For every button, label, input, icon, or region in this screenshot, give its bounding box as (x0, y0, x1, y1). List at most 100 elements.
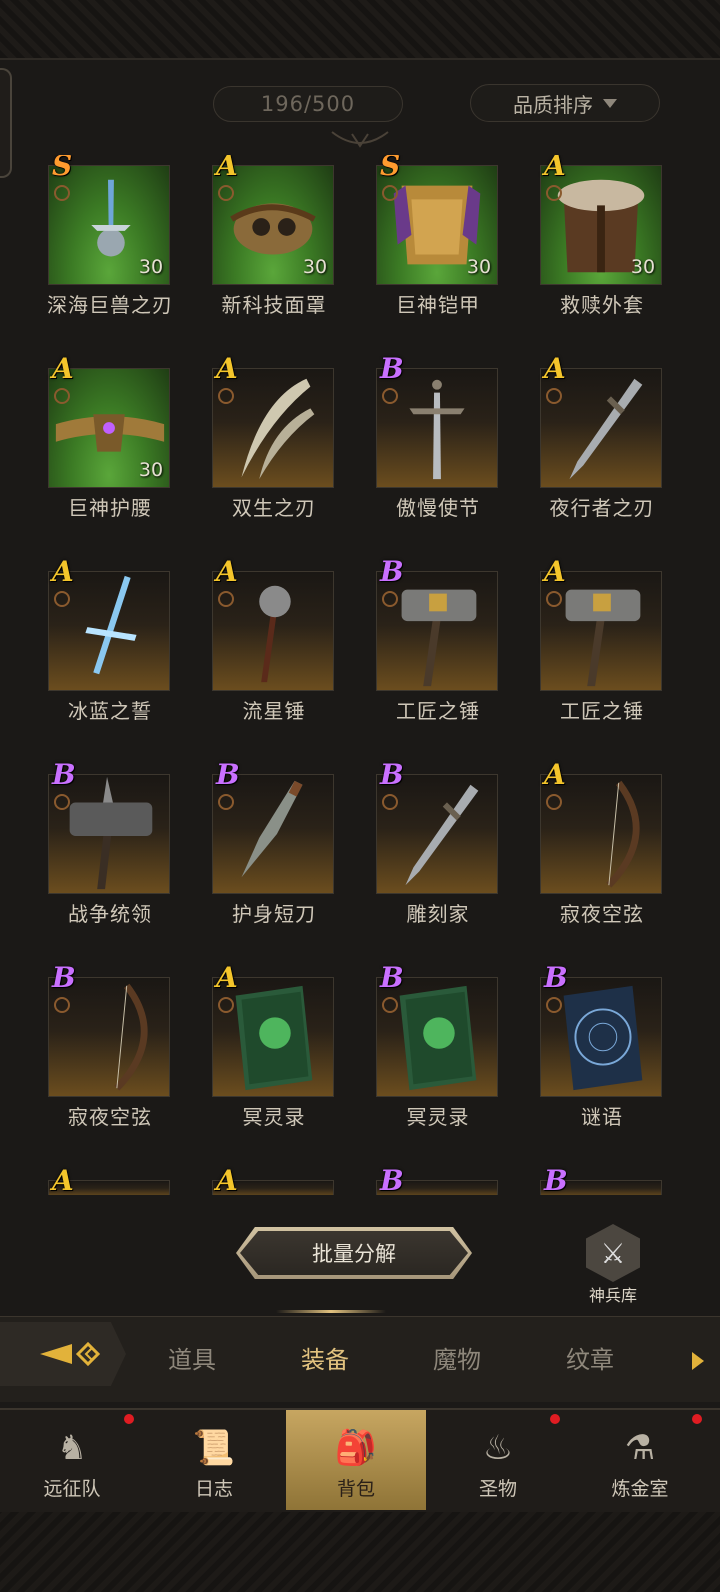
lock-toggle-icon[interactable] (54, 185, 70, 201)
active-tab-indicator (276, 1310, 386, 1313)
hammer-icon (401, 589, 477, 687)
side-handle[interactable] (0, 68, 12, 178)
tab-emblems[interactable]: 纹章 (535, 1340, 645, 1375)
lock-toggle-icon[interactable] (54, 591, 70, 607)
sort-dropdown[interactable]: 品质排序 (470, 84, 660, 122)
armory-button[interactable]: ⚔ 神兵库 (580, 1224, 646, 1306)
nav-label: 背包 (336, 1478, 375, 1500)
tab-items[interactable]: 道具 (137, 1340, 247, 1375)
nav-item[interactable]: ♨ 圣物 (428, 1410, 568, 1510)
inventory-slot[interactable]: B (520, 1164, 684, 1195)
inventory-slot[interactable]: A 工匠之锤 (520, 555, 684, 761)
item-name: 新科技面罩 (221, 293, 327, 317)
inventory-slot[interactable]: A 30 救赎外套 (520, 155, 684, 355)
inventory-slot[interactable]: S 30 深海巨兽之刃 (28, 155, 192, 355)
inventory-slot[interactable]: A 冰蓝之誓 (28, 555, 192, 761)
lock-toggle-icon[interactable] (54, 388, 70, 404)
lock-toggle-icon[interactable] (546, 997, 562, 1013)
grade-badge: B (216, 758, 240, 791)
nav-item[interactable]: 📜 日志 (144, 1410, 284, 1510)
lock-toggle-icon[interactable] (382, 388, 398, 404)
tabs-next-arrow-icon[interactable] (692, 1352, 704, 1370)
inventory-slot[interactable]: B (356, 1164, 520, 1195)
inventory-slot[interactable]: A 流星锤 (192, 555, 356, 761)
inventory-slot[interactable]: S 30 巨神铠甲 (356, 155, 520, 355)
item-name: 冥灵录 (406, 1105, 470, 1129)
inventory-slot[interactable]: B 冥灵录 (356, 961, 520, 1167)
equipment-grid: S 30 深海巨兽之刃 A 30 新科技面罩 S 30 巨神铠甲 A 30 救赎外套 A 30 巨神护腰 A 双… (28, 155, 692, 1195)
inventory-slot[interactable]: A 30 巨神护腰 (28, 352, 192, 558)
grade-badge: B (380, 1164, 404, 1195)
grade-badge: S (380, 155, 401, 182)
item-name: 流星锤 (242, 699, 306, 723)
grade-badge: A (544, 155, 566, 182)
inventory-slot[interactable]: A 夜行者之刃 (520, 352, 684, 558)
item-name: 工匠之锤 (396, 699, 480, 723)
book-icon (235, 985, 313, 1091)
nav-item[interactable]: ♞ 远征队 (2, 1410, 142, 1510)
bulk-dismantle-button[interactable]: 批量分解 (240, 1231, 468, 1275)
lock-toggle-icon[interactable] (546, 388, 562, 404)
grade-badge: A (216, 961, 238, 994)
inventory-slot[interactable]: A 冥灵录 (192, 961, 356, 1167)
inventory-slot[interactable]: A 寂夜空弦 (520, 758, 684, 964)
greatsword-icon (409, 379, 465, 480)
viking-helmet-icon: ♞ (56, 1428, 88, 1468)
grade-badge: B (544, 1164, 568, 1195)
grade-badge: B (380, 352, 404, 385)
grade-badge: B (52, 758, 76, 791)
backpack-icon: 🎒 (334, 1428, 378, 1468)
grade-badge: A (216, 1164, 238, 1195)
inventory-slot[interactable]: B 护身短刀 (192, 758, 356, 964)
mace-icon (259, 585, 291, 683)
inventory-slot[interactable]: B 雕刻家 (356, 758, 520, 964)
item-name: 护身短刀 (232, 902, 316, 926)
grade-badge: A (216, 555, 238, 588)
lock-toggle-icon[interactable] (546, 185, 562, 201)
lock-toggle-icon[interactable] (382, 794, 398, 810)
inventory-slot[interactable]: B 寂夜空弦 (28, 961, 192, 1167)
inventory-slot[interactable]: A (28, 1164, 192, 1195)
lock-toggle-icon[interactable] (218, 388, 234, 404)
inventory-slot[interactable]: A 30 新科技面罩 (192, 155, 356, 355)
grade-badge: A (544, 352, 566, 385)
lock-toggle-icon[interactable] (546, 591, 562, 607)
inventory-slot[interactable]: B 工匠之锤 (356, 555, 520, 761)
inventory-slot[interactable]: A (192, 1164, 356, 1195)
warhammer-icon (69, 776, 153, 890)
ice-sword-icon (85, 575, 137, 675)
item-name: 傲慢使节 (396, 496, 480, 520)
item-name: 寂夜空弦 (560, 902, 644, 926)
grade-badge: A (216, 155, 238, 182)
inventory-slot[interactable]: A 双生之刃 (192, 352, 356, 558)
tab-monsters[interactable]: 魔物 (402, 1340, 512, 1375)
lock-toggle-icon[interactable] (218, 794, 234, 810)
nav-item[interactable]: ⚗ 炼金室 (570, 1410, 710, 1510)
inventory-slot[interactable]: B 谜语 (520, 961, 684, 1167)
bottom-decorative-border (0, 1512, 720, 1592)
tab-equipment[interactable]: 装备 (270, 1340, 380, 1375)
lock-toggle-icon[interactable] (54, 997, 70, 1013)
item-level: 30 (132, 251, 170, 283)
lock-toggle-icon[interactable] (382, 591, 398, 607)
bow-icon (114, 983, 148, 1091)
lock-toggle-icon[interactable] (218, 591, 234, 607)
inventory-slot[interactable]: B 战争统领 (28, 758, 192, 964)
inventory-slot[interactable]: B 傲慢使节 (356, 352, 520, 558)
torch-icon: ♨ (482, 1428, 514, 1468)
lock-toggle-icon[interactable] (218, 997, 234, 1013)
item-level: 30 (296, 251, 334, 283)
grade-badge: A (52, 352, 74, 385)
lock-toggle-icon[interactable] (546, 794, 562, 810)
grade-badge: B (52, 961, 76, 994)
nav-item[interactable]: 🎒 背包 (286, 1410, 426, 1510)
lock-toggle-icon[interactable] (54, 794, 70, 810)
item-name: 巨神护腰 (68, 496, 152, 520)
back-button[interactable] (0, 1322, 126, 1386)
lock-toggle-icon[interactable] (382, 185, 398, 201)
grade-badge: A (52, 555, 74, 588)
tome-icon (563, 985, 643, 1091)
bag-capacity: 196/500 (213, 86, 403, 122)
lock-toggle-icon[interactable] (218, 185, 234, 201)
lock-toggle-icon[interactable] (382, 997, 398, 1013)
